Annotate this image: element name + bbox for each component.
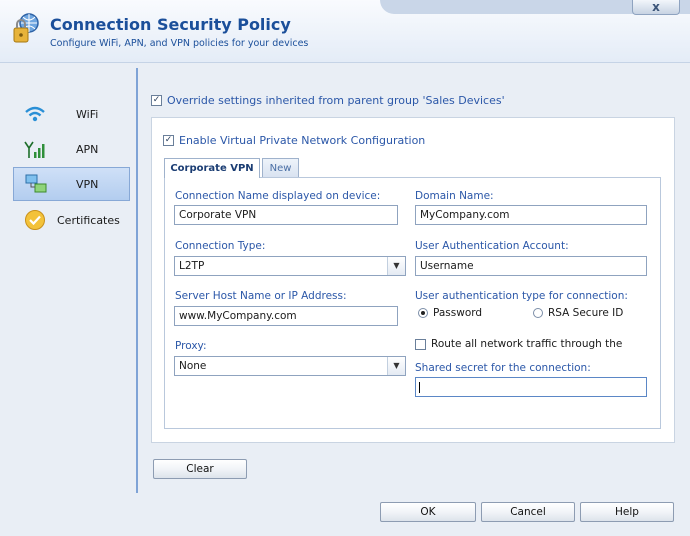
auth-password-radio[interactable]: Password bbox=[418, 307, 482, 319]
proxy-select[interactable]: None ▼ bbox=[174, 356, 406, 376]
user-auth-account-input[interactable]: Username bbox=[415, 256, 647, 276]
title-bar: Connection Security Policy Configure WiF… bbox=[0, 0, 690, 63]
sidebar-item-label: VPN bbox=[76, 177, 99, 191]
route-all-label: Route all network traffic through the bbox=[431, 338, 623, 350]
route-all-checkbox[interactable]: Route all network traffic through the bbox=[415, 338, 622, 350]
override-settings-label: Override settings inherited from parent … bbox=[167, 94, 505, 107]
domain-name-label: Domain Name: bbox=[415, 190, 494, 202]
auth-rsa-label: RSA Secure ID bbox=[548, 307, 624, 319]
chevron-down-icon[interactable]: ▼ bbox=[387, 257, 405, 275]
checkbox-checked-icon[interactable]: ✓ bbox=[151, 95, 162, 106]
checkbox-unchecked-icon[interactable] bbox=[415, 338, 426, 350]
sidebar-item-apn[interactable]: APN bbox=[13, 132, 130, 166]
override-settings-checkbox[interactable]: ✓ Override settings inherited from paren… bbox=[151, 94, 505, 107]
enable-vpn-checkbox[interactable]: ✓ Enable Virtual Private Network Configu… bbox=[163, 134, 425, 147]
shared-secret-label: Shared secret for the connection: bbox=[415, 362, 591, 374]
server-host-label: Server Host Name or IP Address: bbox=[175, 290, 347, 302]
page-subtitle: Configure WiFi, APN, and VPN policies fo… bbox=[50, 38, 309, 49]
checkbox-checked-icon[interactable]: ✓ bbox=[163, 135, 174, 146]
domain-name-input[interactable]: MyCompany.com bbox=[415, 205, 647, 225]
shared-secret-input[interactable] bbox=[415, 377, 647, 397]
sidebar-item-wifi[interactable]: WiFi bbox=[13, 97, 130, 131]
auth-rsa-radio[interactable]: RSA Secure ID bbox=[533, 307, 623, 319]
sidebar-item-label: APN bbox=[76, 142, 99, 156]
auth-type-label: User authentication type for connection: bbox=[415, 290, 628, 302]
sidebar-item-label: WiFi bbox=[76, 107, 99, 121]
text-cursor bbox=[419, 382, 420, 393]
auth-password-label: Password bbox=[433, 307, 483, 319]
connection-name-input[interactable]: Corporate VPN bbox=[174, 205, 398, 225]
sidebar-item-vpn[interactable]: VPN bbox=[13, 167, 130, 201]
radio-unselected-icon[interactable] bbox=[533, 308, 543, 318]
sidebar: WiFi APN VPN Certificates bbox=[0, 63, 136, 536]
close-icon: x bbox=[652, 0, 660, 14]
wifi-icon bbox=[23, 102, 47, 126]
connection-type-select[interactable]: L2TP ▼ bbox=[174, 256, 406, 276]
user-auth-account-label: User Authentication Account: bbox=[415, 240, 569, 252]
proxy-value: None bbox=[179, 360, 207, 372]
connection-type-label: Connection Type: bbox=[175, 240, 266, 252]
cancel-button[interactable]: Cancel bbox=[481, 502, 575, 522]
connection-name-label: Connection Name displayed on device: bbox=[175, 190, 381, 202]
signal-icon bbox=[23, 137, 47, 161]
page-title: Connection Security Policy bbox=[50, 15, 291, 34]
help-button[interactable]: Help bbox=[580, 502, 674, 522]
policy-app-icon bbox=[10, 12, 42, 46]
radio-selected-icon[interactable] bbox=[418, 308, 428, 318]
sidebar-item-certificates[interactable]: Certificates bbox=[13, 203, 130, 237]
connection-type-value: L2TP bbox=[179, 260, 205, 272]
proxy-label: Proxy: bbox=[175, 340, 207, 352]
certificate-icon bbox=[23, 208, 47, 232]
chevron-down-icon[interactable]: ▼ bbox=[387, 357, 405, 375]
ok-button[interactable]: OK bbox=[380, 502, 476, 522]
network-icon bbox=[24, 172, 48, 196]
tab-new[interactable]: New bbox=[262, 158, 299, 177]
enable-vpn-label: Enable Virtual Private Network Configura… bbox=[179, 134, 426, 147]
sidebar-divider bbox=[136, 68, 138, 493]
tab-corporate-vpn[interactable]: Corporate VPN bbox=[164, 158, 260, 178]
sidebar-item-label: Certificates bbox=[57, 213, 120, 227]
clear-button[interactable]: Clear bbox=[153, 459, 247, 479]
close-button[interactable]: x bbox=[632, 0, 680, 15]
server-host-input[interactable]: www.MyCompany.com bbox=[174, 306, 398, 326]
